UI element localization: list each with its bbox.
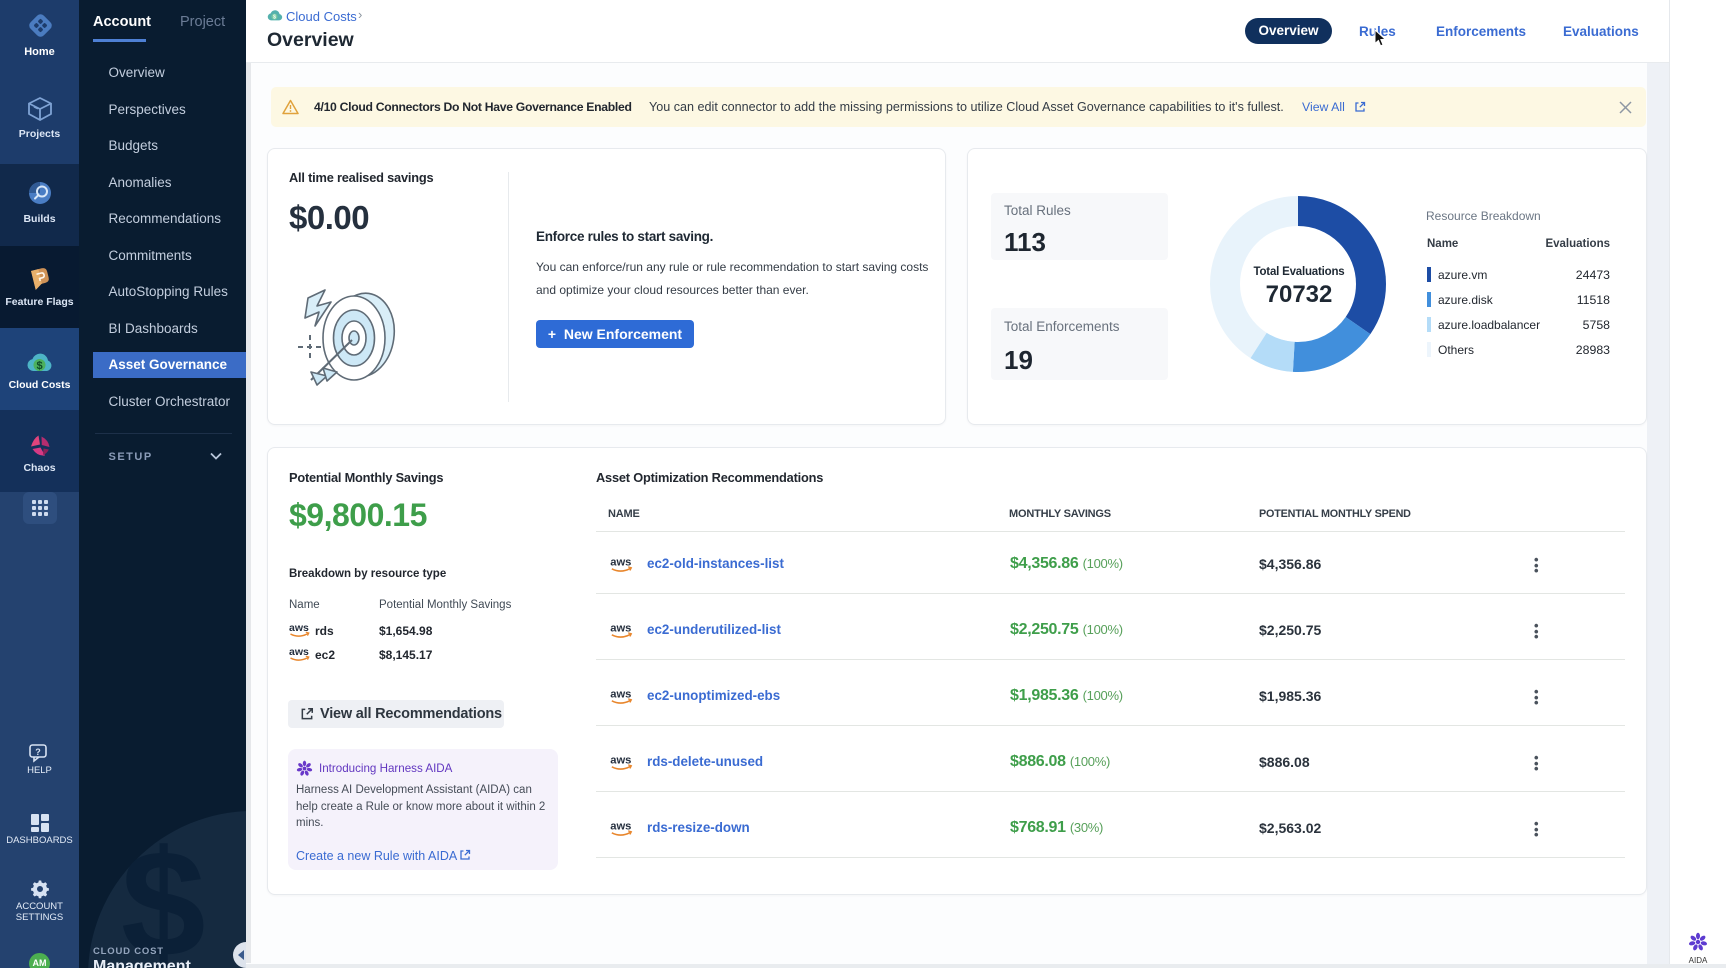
svg-text:$: $ (273, 14, 276, 20)
svg-text:$: $ (36, 360, 42, 372)
svg-text:?: ? (35, 747, 41, 757)
